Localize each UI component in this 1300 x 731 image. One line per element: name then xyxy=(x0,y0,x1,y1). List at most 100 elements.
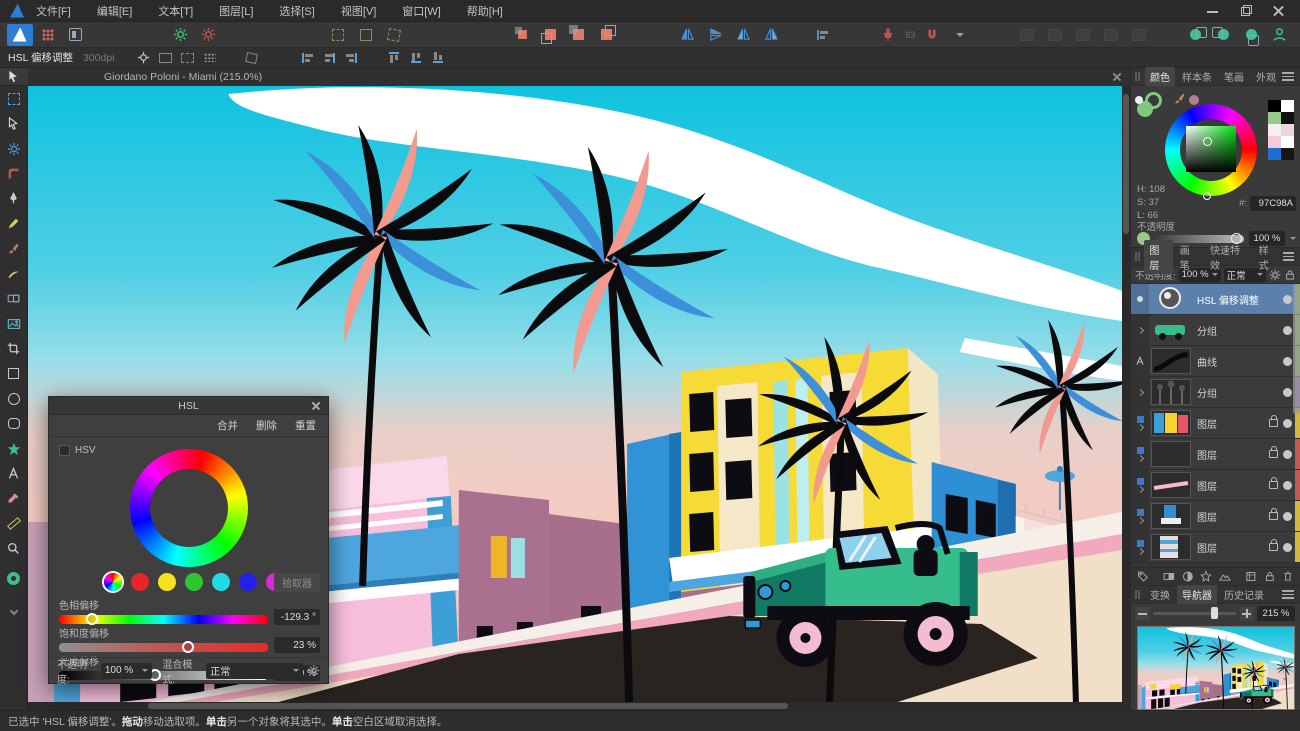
close-icon[interactable] xyxy=(1273,5,1284,16)
rounded-rectangle-tool[interactable] xyxy=(0,411,28,436)
invert-selection-button[interactable] xyxy=(381,24,407,46)
current-tool-indicator[interactable] xyxy=(0,68,28,86)
zoom-tool[interactable] xyxy=(0,536,28,561)
dialog-settings-gear-icon[interactable] xyxy=(308,664,320,677)
hue-marker[interactable] xyxy=(1203,192,1211,200)
pencil-tool[interactable] xyxy=(0,211,28,236)
boolean-intersect-button[interactable] xyxy=(1239,24,1265,46)
flip-horizontal-button[interactable] xyxy=(674,24,700,46)
hue-shift-knob[interactable] xyxy=(86,613,98,625)
alignment-button[interactable] xyxy=(810,24,836,46)
lock-icon[interactable] xyxy=(1269,543,1278,551)
saturation-shift-value[interactable]: 23 % xyxy=(274,637,320,653)
crop-tool[interactable] xyxy=(0,336,28,361)
recent-swatches-grid[interactable] xyxy=(1268,100,1294,160)
hue-shift-slider[interactable] xyxy=(59,615,268,624)
blue-channel-swatch[interactable] xyxy=(239,573,257,591)
lock-icon[interactable] xyxy=(1269,450,1278,458)
layer-visibility-dot[interactable] xyxy=(1283,419,1292,428)
layer-expand[interactable] xyxy=(1131,284,1149,314)
flip-vertical-button[interactable] xyxy=(702,24,728,46)
back-one-button[interactable] xyxy=(538,24,564,46)
align-left-button[interactable] xyxy=(298,50,318,66)
layer-row-layer-9[interactable]: 图层 xyxy=(1131,532,1300,563)
panel-menu-icon[interactable] xyxy=(1282,588,1294,601)
layer-visibility-dot[interactable] xyxy=(1283,512,1292,521)
mask-layer-icon[interactable] xyxy=(1163,570,1175,583)
text-tool[interactable] xyxy=(0,461,28,486)
lock-icon[interactable] xyxy=(1269,481,1278,489)
lock-icon[interactable] xyxy=(1269,512,1278,520)
zoom-slider[interactable] xyxy=(1153,612,1236,615)
layer-visibility-dot[interactable] xyxy=(1283,543,1292,552)
node-tool[interactable] xyxy=(0,111,28,136)
menu-view[interactable]: 视图[V] xyxy=(341,3,376,19)
color-picker-tool[interactable] xyxy=(0,486,28,511)
minimize-icon[interactable] xyxy=(1207,5,1218,16)
deselect-button[interactable] xyxy=(353,24,379,46)
layer-expand[interactable] xyxy=(1131,408,1149,438)
auto-trace-button[interactable] xyxy=(168,24,194,46)
menu-window[interactable]: 窗口[W] xyxy=(402,3,441,19)
align-bottom-button[interactable] xyxy=(428,50,448,66)
reset-button[interactable]: 重置 xyxy=(295,418,316,433)
layer-lock-icon[interactable] xyxy=(1284,269,1296,281)
move-anchor-button[interactable] xyxy=(134,50,154,66)
zoom-value[interactable]: 215 % xyxy=(1257,606,1295,621)
tag-icon[interactable] xyxy=(1137,570,1149,583)
layer-expand[interactable] xyxy=(1131,346,1149,376)
align-top-button[interactable] xyxy=(384,50,404,66)
boolean-subtract-button[interactable] xyxy=(1211,24,1237,46)
snapping-magnet-icon[interactable] xyxy=(919,24,945,46)
tab-stroke[interactable]: 笔画 xyxy=(1219,67,1249,86)
saturation-shift-knob[interactable] xyxy=(182,641,194,653)
layers-scrollbar[interactable] xyxy=(1293,284,1300,414)
disabled-tool-2[interactable] xyxy=(1042,24,1068,46)
paint-brush-tool[interactable] xyxy=(0,236,28,261)
fill-stroke-swatch[interactable] xyxy=(0,561,28,595)
noise-swatch-icon[interactable] xyxy=(1189,95,1199,105)
menu-edit[interactable]: 编辑[E] xyxy=(97,3,132,19)
tab-history[interactable]: 历史记录 xyxy=(1219,585,1269,604)
layer-row-hsl-adjustment[interactable]: HSL 偏移调整 xyxy=(1131,284,1300,315)
layer-row-group-palms[interactable]: 分组 xyxy=(1131,377,1300,408)
layer-expand[interactable] xyxy=(1131,501,1149,531)
delete-button[interactable]: 删除 xyxy=(256,418,277,433)
layer-row-group-car[interactable]: 分组 xyxy=(1131,315,1300,346)
layer-expand[interactable] xyxy=(1131,315,1149,345)
tab-styles[interactable]: 样式 xyxy=(1254,240,1282,274)
layer-row-layer-5[interactable]: 图层 xyxy=(1131,408,1300,439)
export-persona-button[interactable] xyxy=(63,24,89,46)
ellipse-tool[interactable] xyxy=(0,386,28,411)
new-layer-icon[interactable] xyxy=(1245,570,1257,583)
tab-color[interactable]: 颜色 xyxy=(1145,67,1175,86)
rectangle-tool[interactable] xyxy=(0,361,28,386)
tab-appearance[interactable]: 外观 xyxy=(1251,67,1281,86)
rasterize-button[interactable] xyxy=(196,24,222,46)
align-middle-button[interactable] xyxy=(406,50,426,66)
menu-text[interactable]: 文本[T] xyxy=(158,3,193,19)
dialog-close-icon[interactable] xyxy=(311,401,321,411)
zoom-out-button[interactable] xyxy=(1136,607,1149,620)
saturation-shift-slider[interactable] xyxy=(59,643,268,652)
canvas-horizontal-scrollbar[interactable] xyxy=(28,702,1130,710)
fill-tool[interactable] xyxy=(0,286,28,311)
forward-one-button[interactable] xyxy=(566,24,592,46)
panel-grip[interactable] xyxy=(1135,590,1142,599)
green-channel-swatch[interactable] xyxy=(185,573,203,591)
layer-visibility-dot[interactable] xyxy=(1283,357,1292,366)
layer-expand[interactable] xyxy=(1131,377,1149,407)
hex-input[interactable]: 97C98A xyxy=(1250,196,1296,211)
dialog-opacity-dropdown[interactable]: 100 % xyxy=(101,663,153,679)
dialog-blend-dropdown[interactable]: 正常 xyxy=(206,663,303,679)
disabled-tool-5[interactable] xyxy=(1126,24,1152,46)
red-channel-swatch[interactable] xyxy=(131,573,149,591)
panel-grip[interactable] xyxy=(1135,252,1141,261)
canvas-vertical-scrollbar[interactable] xyxy=(1122,86,1130,702)
designer-persona-button[interactable] xyxy=(7,24,33,46)
menu-select[interactable]: 选择[S] xyxy=(279,3,314,19)
menu-layer[interactable]: 图层[L] xyxy=(219,3,253,19)
tab-close-icon[interactable] xyxy=(1112,72,1122,82)
layer-row-layer-7[interactable]: 图层 xyxy=(1131,470,1300,501)
navigator-thumbnail[interactable] xyxy=(1137,626,1295,710)
